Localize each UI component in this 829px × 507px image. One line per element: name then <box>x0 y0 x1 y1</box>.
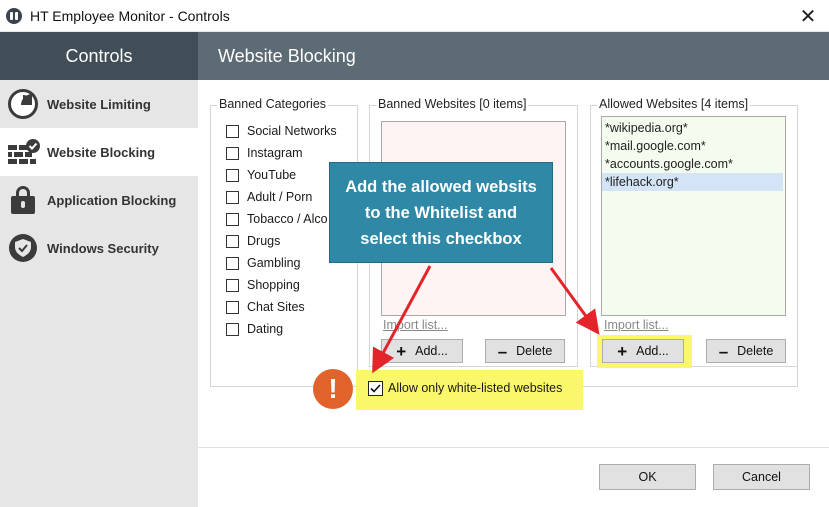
footer-divider <box>198 447 829 448</box>
ok-button[interactable]: OK <box>599 464 696 490</box>
cancel-button[interactable]: Cancel <box>713 464 810 490</box>
arrow-to-add-button-icon <box>549 267 600 335</box>
alert-icon: ! <box>313 369 353 409</box>
arrow-to-checkbox-icon <box>372 265 432 374</box>
annotation-arrows <box>372 265 600 374</box>
